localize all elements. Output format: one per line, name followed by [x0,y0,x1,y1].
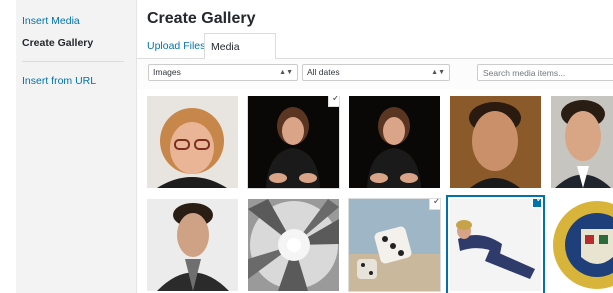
select-arrows-icon: ▲▼ [279,69,293,76]
media-type-value: Images [153,67,181,77]
search-media-input[interactable] [477,64,613,81]
thumbnail-image [147,96,238,188]
media-item-crest-seal[interactable] [551,199,613,291]
checkmark-icon[interactable]: ✓ [430,199,440,209]
date-filter-value: All dates [307,67,340,77]
thumbnail-image [551,199,613,291]
media-item-man-lying-suit[interactable]: ✓ [450,199,541,291]
media-item-man-dark-hair-suit[interactable] [551,96,613,188]
media-item-older-woman-1[interactable]: ✓ [247,96,340,189]
media-sidebar: Insert Media Create Gallery Insert from … [16,0,137,293]
thumbnail-image [147,199,238,291]
date-filter-select[interactable]: All dates ▲▼ [302,64,450,81]
select-arrows-icon: ▲▼ [431,69,445,76]
thumbnail-image [349,199,440,291]
media-item-man-dark-hair[interactable] [450,96,541,188]
sidebar-item-insert-media[interactable]: Insert Media [22,15,80,27]
sidebar-item-insert-from-url[interactable]: Insert from URL [22,75,96,87]
tab-media-library[interactable]: Media Library [204,33,276,79]
tab-bar: Upload Files Media Library [137,33,613,79]
media-item-dice[interactable]: ✓ [348,198,441,292]
thumbnail-image [248,199,339,291]
thumbnail-image [450,199,541,291]
thumbnail-image [349,96,440,188]
media-type-select[interactable]: Images ▲▼ [148,64,298,81]
thumbnail-image [248,96,339,188]
page-title: Create Gallery [147,10,256,27]
checkmark-icon[interactable]: ✓ [533,199,541,207]
thumbnail-image [450,96,541,188]
checkmark-icon[interactable]: ✓ [329,96,339,106]
sidebar-divider [22,61,124,62]
media-grid: ✓ ✓ ✓ [147,96,613,293]
tab-upload-files[interactable]: Upload Files [141,33,211,59]
media-item-older-woman-2[interactable] [349,96,440,188]
media-item-spiral-tunnel[interactable] [248,199,339,291]
media-item-woman-red-hair-glasses[interactable] [147,96,238,188]
thumbnail-image [551,96,613,188]
media-toolbar: Images ▲▼ All dates ▲▼ [137,59,613,89]
media-item-man-dark-hair-jacket[interactable] [147,199,238,291]
sidebar-item-create-gallery[interactable]: Create Gallery [22,37,93,49]
